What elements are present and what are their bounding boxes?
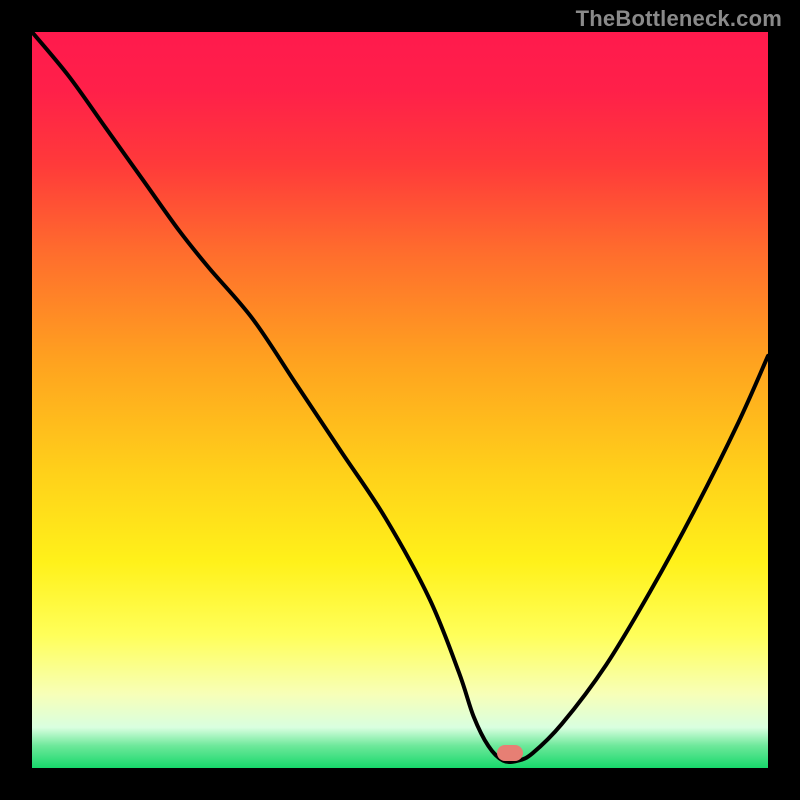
- chart-frame: TheBottleneck.com: [0, 0, 800, 800]
- plot-area: [32, 32, 768, 768]
- watermark-text: TheBottleneck.com: [576, 6, 782, 32]
- optimal-marker: [497, 745, 523, 761]
- bottleneck-curve: [32, 32, 768, 768]
